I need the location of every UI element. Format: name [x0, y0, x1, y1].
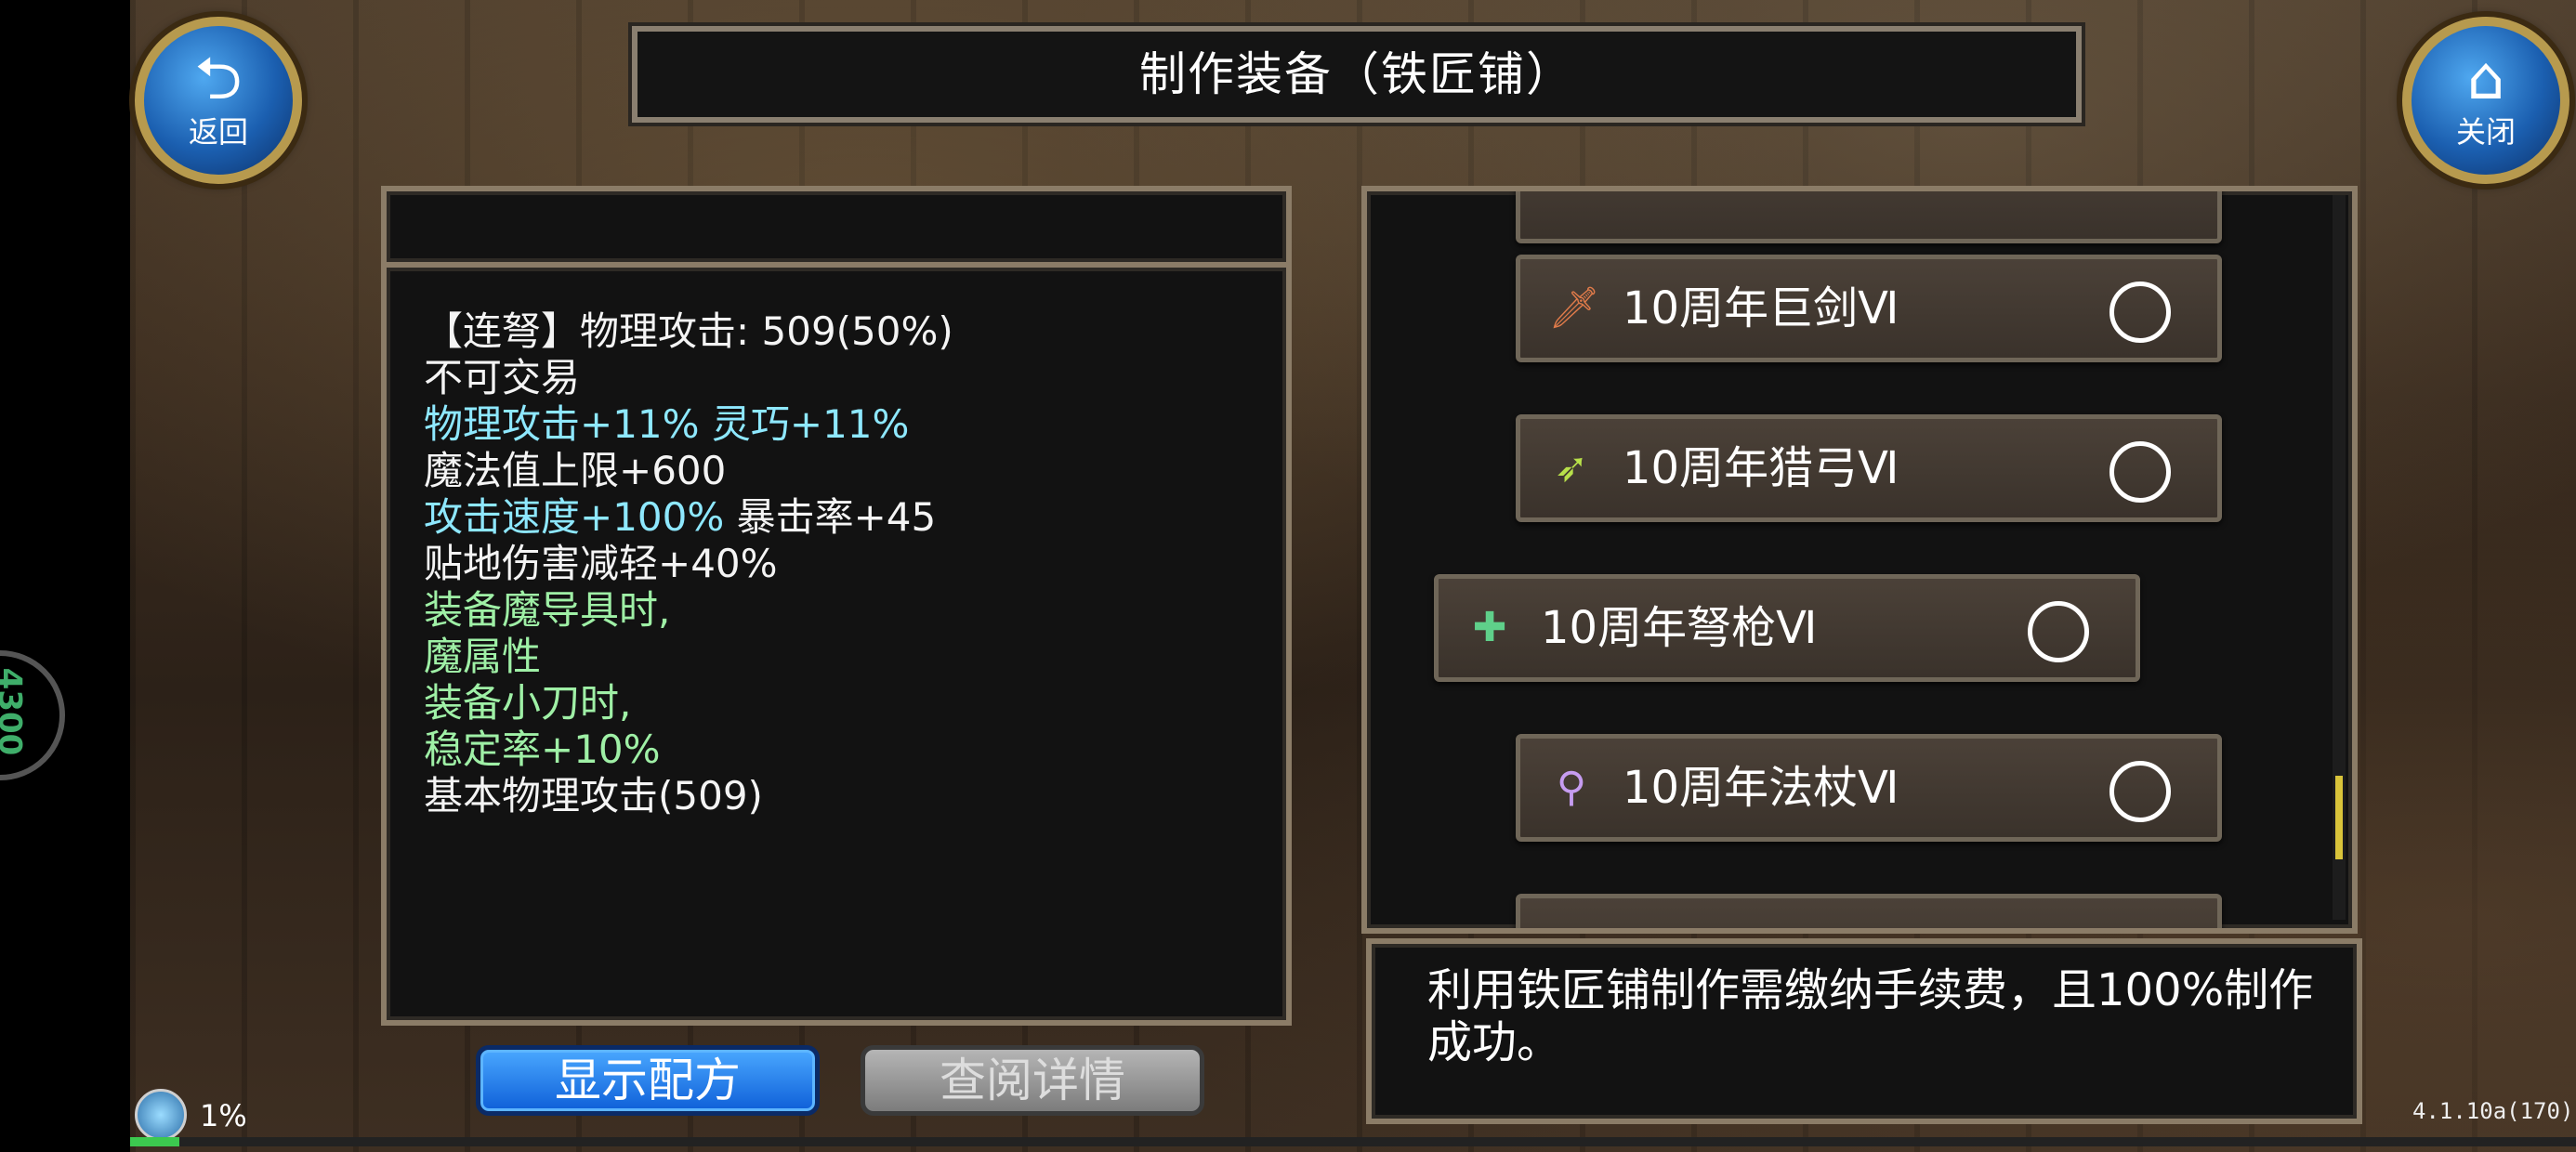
list-item-label: 10周年弩枪Ⅵ	[1541, 602, 1818, 654]
view-details-button[interactable]: 查阅详情	[861, 1045, 1204, 1116]
back-button[interactable]: ⮌ 返回	[135, 17, 302, 184]
recipe-list-panel[interactable]: 🗡 10周年巨剑Ⅵ ➶ 10周年猎弓Ⅵ ✚ 10周年弩枪Ⅵ ⚲ 10周年法杖Ⅵ	[1361, 186, 2358, 934]
list-item-partial[interactable]	[1516, 894, 2222, 928]
desc-line: 魔属性	[424, 634, 542, 679]
item-name-header	[381, 186, 1292, 268]
list-item[interactable]: ⚲ 10周年法杖Ⅵ	[1516, 734, 2222, 842]
desc-line: 物理攻击+11% 灵巧+11%	[424, 401, 910, 447]
sword-icon: 🗡	[1548, 284, 1600, 332]
select-radio[interactable]	[2109, 441, 2171, 503]
version-label: 4.1.10a(170)	[2412, 1098, 2574, 1124]
desc-segment: 暴击率+45	[724, 494, 937, 540]
progress-fill	[130, 1137, 179, 1146]
select-radio[interactable]	[2109, 761, 2171, 822]
scrollbar-thumb[interactable]	[2335, 776, 2343, 859]
item-description-panel: 【连弩】物理攻击: 509(50%) 不可交易 物理攻击+11% 灵巧+11% …	[381, 262, 1292, 1026]
back-button-label: 返回	[188, 114, 248, 150]
staff-icon: ⚲	[1556, 764, 1587, 811]
floating-assistant-text: 4300	[0, 667, 29, 756]
select-radio[interactable]	[2109, 281, 2171, 343]
close-button[interactable]: ⌂ 关闭	[2402, 17, 2569, 184]
status-orb-icon	[135, 1089, 187, 1141]
home-icon: ⌂	[2466, 45, 2505, 113]
list-item-label: 10周年法杖Ⅵ	[1623, 762, 1899, 814]
crossbow-icon: ✚	[1472, 604, 1507, 651]
desc-line: 基本物理攻击(509)	[424, 773, 763, 818]
list-item-label: 10周年巨剑Ⅵ	[1623, 282, 1899, 334]
list-item-partial[interactable]	[1516, 191, 2222, 243]
list-item[interactable]: 🗡 10周年巨剑Ⅵ	[1516, 255, 2222, 362]
desc-line: 攻击速度+100% 暴击率+45	[424, 494, 953, 541]
select-radio[interactable]	[2028, 601, 2089, 662]
progress-bar	[130, 1137, 2576, 1146]
desc-line: 稳定率+10%	[424, 727, 661, 772]
floating-assistant-ring[interactable]: 4300	[0, 650, 65, 780]
show-recipe-button[interactable]: 显示配方	[476, 1045, 820, 1116]
close-button-label: 关闭	[2455, 114, 2516, 150]
desc-line: 贴地伤害减轻+40%	[424, 541, 778, 586]
desc-line: 【连弩】物理攻击: 509(50%)	[424, 308, 953, 354]
title-bar: 制作装备（铁匠铺）	[628, 22, 2085, 126]
desc-line: 装备魔导具时,	[424, 587, 671, 633]
desc-line: 装备小刀时,	[424, 680, 632, 726]
list-item[interactable]: ➶ 10周年猎弓Ⅵ	[1516, 414, 2222, 522]
list-item-label: 10周年猎弓Ⅵ	[1623, 442, 1899, 494]
notice-panel: 利用铁匠铺制作需缴纳手续费，且100%制作成功。	[1366, 938, 2362, 1124]
desc-line: 魔法值上限+600	[424, 448, 727, 493]
desc-line: 不可交易	[424, 355, 581, 400]
page-title: 制作装备（铁匠铺）	[1139, 47, 1574, 101]
list-item[interactable]: ✚ 10周年弩枪Ⅵ	[1434, 574, 2140, 682]
back-arrow-icon: ⮌	[194, 45, 243, 113]
status-percent: 1%	[200, 1098, 247, 1133]
device-edge: 4300	[0, 0, 130, 1152]
notice-text: 利用铁匠铺制作需缴纳手续费，且100%制作成功。	[1427, 964, 2314, 1068]
item-description: 【连弩】物理攻击: 509(50%) 不可交易 物理攻击+11% 灵巧+11% …	[424, 308, 953, 819]
desc-segment: 攻击速度+100%	[424, 494, 725, 540]
bow-icon: ➶	[1554, 444, 1589, 491]
